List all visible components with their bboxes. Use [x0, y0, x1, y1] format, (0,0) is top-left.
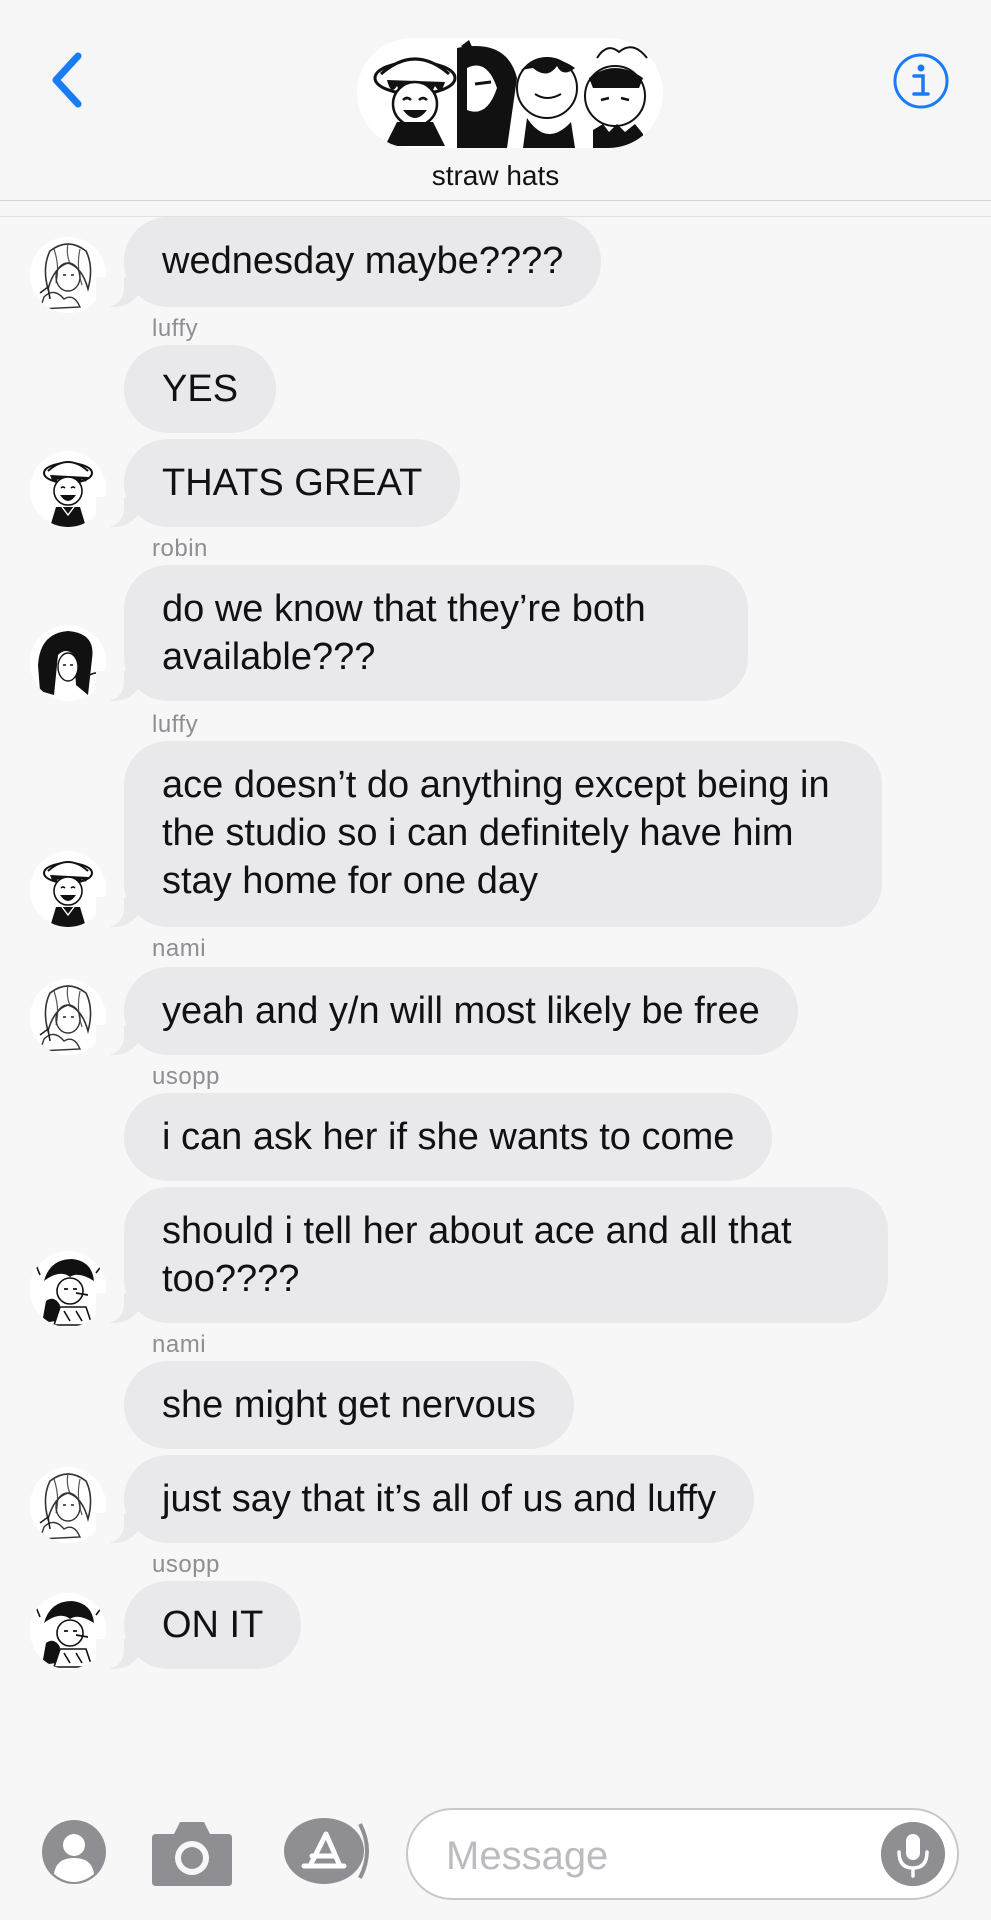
avatar-usopp[interactable] — [30, 1593, 106, 1669]
message-bubble[interactable]: THATS GREAT — [95, 439, 461, 527]
microphone-icon[interactable] — [881, 1822, 945, 1886]
avatar-usopp[interactable] — [30, 1251, 106, 1327]
contact-icon[interactable] — [40, 1818, 108, 1886]
message-bubble[interactable]: just say that it’s all of us and luffy — [95, 1455, 755, 1543]
back-chevron-icon[interactable] — [44, 50, 94, 110]
sender-label: nami — [152, 1331, 207, 1358]
sender-label: luffy — [152, 315, 199, 342]
message-text: THATS GREAT — [162, 462, 423, 504]
message-text: should i tell her about ace and all that… — [162, 1210, 792, 1300]
message-bubble[interactable]: should i tell her about ace and all that… — [96, 1187, 888, 1323]
sender-label: nami — [152, 935, 207, 962]
message-text: YES — [162, 368, 239, 410]
message-bubble[interactable]: yeah and y/n will most likely be free — [96, 967, 798, 1055]
message-text: just say that it’s all of us and luffy — [162, 1478, 717, 1520]
conversation-header: straw hats — [0, 0, 991, 201]
message-text: yeah and y/n will most likely be free — [162, 990, 760, 1032]
message-bubble[interactable]: YES — [124, 345, 277, 433]
message-input[interactable]: Message — [406, 1808, 959, 1900]
avatar-luffy[interactable] — [30, 851, 106, 927]
avatar-nami[interactable] — [30, 1467, 106, 1543]
app-store-icon[interactable] — [282, 1816, 372, 1886]
camera-icon[interactable] — [150, 1816, 234, 1888]
message-text: ace doesn’t do anything except being in … — [162, 764, 830, 902]
group-avatar-stack[interactable] — [357, 38, 663, 148]
message-bubble[interactable]: do we know that they’re both available??… — [96, 565, 748, 701]
message-text: ON IT — [162, 1604, 264, 1646]
info-icon[interactable] — [892, 52, 950, 110]
message-bubble[interactable]: wednesday maybe???? — [95, 217, 602, 307]
composer-bar: Message — [0, 1790, 991, 1920]
avatar-nami[interactable] — [30, 979, 106, 1055]
message-bubble[interactable]: ace doesn’t do anything except being in … — [96, 741, 882, 927]
message-text: i can ask her if she wants to come — [162, 1116, 735, 1158]
avatar-nami[interactable] — [30, 237, 106, 313]
sender-label: usopp — [152, 1551, 220, 1578]
sender-label: robin — [152, 535, 208, 562]
message-text: do we know that they’re both available??… — [162, 588, 646, 678]
message-bubble[interactable]: she might get nervous — [124, 1361, 574, 1449]
message-bubble[interactable]: i can ask her if she wants to come — [124, 1093, 773, 1181]
group-name[interactable]: straw hats — [0, 160, 991, 192]
message-bubble[interactable]: ON IT — [95, 1581, 302, 1669]
avatar-luffy[interactable] — [30, 451, 106, 527]
avatar-robin[interactable] — [30, 625, 106, 701]
sender-label: luffy — [152, 711, 199, 738]
message-text: she might get nervous — [162, 1384, 536, 1426]
group-avatars-icon — [365, 40, 648, 148]
message-text: wednesday maybe???? — [162, 240, 564, 282]
sender-label: usopp — [152, 1063, 220, 1090]
message-placeholder: Message — [446, 1834, 609, 1878]
